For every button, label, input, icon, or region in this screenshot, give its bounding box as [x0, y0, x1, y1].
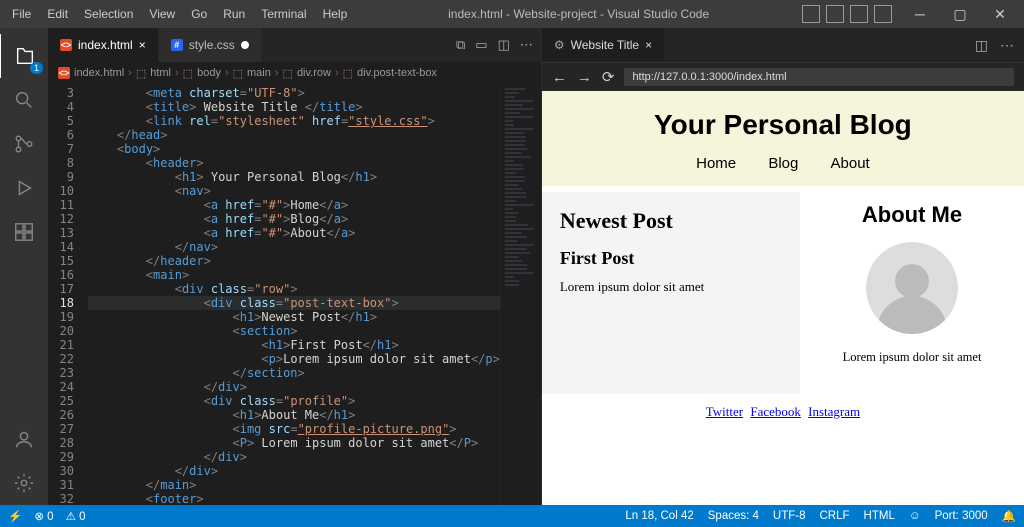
nav-home[interactable]: Home [696, 155, 736, 172]
preview-pane: ⚙ Website Title × ◫ ⋯ ← → ⟳ http://127.0… [542, 28, 1024, 505]
compare-changes-icon[interactable]: ⧉ [456, 37, 465, 53]
menu-view[interactable]: View [141, 0, 183, 28]
tab-label: style.css [189, 38, 235, 52]
globe-icon: ⚙ [554, 38, 565, 52]
minimize-button[interactable]: ─ [900, 0, 940, 28]
editor-actions: ⧉ ▭ ◫ ⋯ [456, 28, 541, 62]
nav-blog[interactable]: Blog [768, 155, 798, 172]
editor-group-left: <> index.html × # style.css ⧉ ▭ ◫ ⋯ <> i… [48, 28, 542, 505]
dirty-indicator-icon [241, 41, 249, 49]
page-nav: Home Blog About [542, 155, 1024, 172]
page-footer: Twitter Facebook Instagram [542, 394, 1024, 430]
layout-icon[interactable] [874, 5, 892, 23]
page-header: Your Personal Blog Home Blog About [542, 91, 1024, 186]
workbench: <> index.html × # style.css ⧉ ▭ ◫ ⋯ <> i… [0, 28, 1024, 505]
menu-file[interactable]: File [4, 0, 39, 28]
nav-about[interactable]: About [831, 155, 870, 172]
status-warnings[interactable]: ⚠ 0 [66, 509, 86, 523]
maximize-button[interactable]: ▢ [940, 0, 980, 28]
avatar [866, 242, 958, 334]
css-file-icon: # [171, 39, 183, 51]
close-window-button[interactable]: ✕ [980, 0, 1020, 28]
post-text-box: Newest Post First Post Lorem ipsum dolor… [542, 192, 800, 394]
footer-facebook[interactable]: Facebook [750, 404, 801, 419]
activity-settings[interactable] [0, 461, 48, 505]
more-actions-icon[interactable]: ⋯ [1000, 37, 1014, 54]
activity-accounts[interactable] [0, 417, 48, 461]
html-file-icon: <> [58, 67, 70, 79]
tab-label: Website Title [571, 38, 639, 52]
editor-tabs: <> index.html × # style.css ⧉ ▭ ◫ ⋯ [48, 28, 541, 62]
page-row: Newest Post First Post Lorem ipsum dolor… [542, 192, 1024, 394]
status-cursor[interactable]: Ln 18, Col 42 [625, 510, 693, 522]
tab-preview[interactable]: ⚙ Website Title × [542, 28, 665, 62]
code-editor[interactable]: 3456789101112131415161718192021222324252… [48, 84, 541, 505]
profile-text: Lorem ipsum dolor sit amet [812, 350, 1012, 365]
status-language[interactable]: HTML [864, 510, 895, 522]
footer-twitter[interactable]: Twitter [706, 404, 743, 419]
titlebar: File Edit Selection View Go Run Terminal… [0, 0, 1024, 28]
menu-run[interactable]: Run [215, 0, 253, 28]
minimap[interactable] [500, 84, 541, 505]
status-feedback-icon[interactable]: ☺ [909, 510, 921, 522]
profile-box: About Me Lorem ipsum dolor sit amet [800, 192, 1024, 388]
html-file-icon: <> [60, 39, 72, 51]
menu-edit[interactable]: Edit [39, 0, 76, 28]
preview-tabs: ⚙ Website Title × ◫ ⋯ [542, 28, 1024, 62]
status-encoding[interactable]: UTF-8 [773, 510, 806, 522]
back-icon[interactable]: ← [552, 69, 567, 86]
layout-icon[interactable] [802, 5, 820, 23]
code-content[interactable]: <meta charset="UTF-8"> <title> Website T… [88, 84, 500, 505]
layout-icon[interactable] [850, 5, 868, 23]
status-bar: ⚡ ⊗ 0 ⚠ 0 Ln 18, Col 42 Spaces: 4 UTF-8 … [0, 505, 1024, 527]
activity-source-control[interactable] [0, 122, 48, 166]
activity-extensions[interactable] [0, 210, 48, 254]
newest-post-heading: Newest Post [560, 208, 782, 234]
tab-index-html[interactable]: <> index.html × [48, 28, 159, 62]
reload-icon[interactable]: ⟳ [602, 68, 615, 86]
close-icon[interactable]: × [139, 38, 146, 52]
page-title: Your Personal Blog [542, 109, 1024, 141]
status-notifications-icon[interactable]: 🔔 [1002, 509, 1016, 523]
preview-toolbar: ← → ⟳ http://127.0.0.1:3000/index.html [542, 62, 1024, 91]
layout-icon[interactable] [826, 5, 844, 23]
menu-go[interactable]: Go [183, 0, 215, 28]
post-body: Lorem ipsum dolor sit amet [560, 279, 782, 295]
status-errors[interactable]: ⊗ 0 [34, 509, 53, 523]
browser-viewport[interactable]: Your Personal Blog Home Blog About Newes… [542, 91, 1024, 505]
activity-explorer[interactable] [0, 34, 49, 78]
footer-instagram[interactable]: Instagram [808, 404, 860, 419]
about-me-heading: About Me [812, 202, 1012, 228]
split-editor-icon[interactable]: ◫ [498, 37, 510, 53]
menu-selection[interactable]: Selection [76, 0, 141, 28]
tab-style-css[interactable]: # style.css [159, 28, 262, 62]
forward-icon[interactable]: → [577, 69, 592, 86]
remote-icon[interactable]: ⚡ [8, 509, 22, 523]
window-title: index.html - Website-project - Visual St… [355, 7, 802, 21]
status-port[interactable]: Port: 3000 [935, 510, 988, 522]
status-eol[interactable]: CRLF [820, 510, 850, 522]
more-actions-icon[interactable]: ⋯ [520, 37, 533, 53]
layout-controls[interactable] [802, 5, 892, 23]
menu-terminal[interactable]: Terminal [253, 0, 314, 28]
line-gutter: 3456789101112131415161718192021222324252… [48, 84, 88, 505]
status-spaces[interactable]: Spaces: 4 [708, 510, 759, 522]
url-input[interactable]: http://127.0.0.1:3000/index.html [624, 68, 1014, 86]
open-preview-icon[interactable]: ▭ [475, 37, 487, 53]
activity-bar [0, 28, 48, 505]
close-icon[interactable]: × [645, 38, 652, 52]
menu-help[interactable]: Help [315, 0, 356, 28]
first-post-heading: First Post [560, 248, 782, 269]
activity-search[interactable] [0, 78, 48, 122]
activity-debug[interactable] [0, 166, 48, 210]
split-editor-icon[interactable]: ◫ [975, 37, 988, 54]
tab-label: index.html [78, 38, 133, 52]
breadcrumbs[interactable]: <> index.html› ⬚html› ⬚body› ⬚main› ⬚div… [48, 62, 541, 84]
